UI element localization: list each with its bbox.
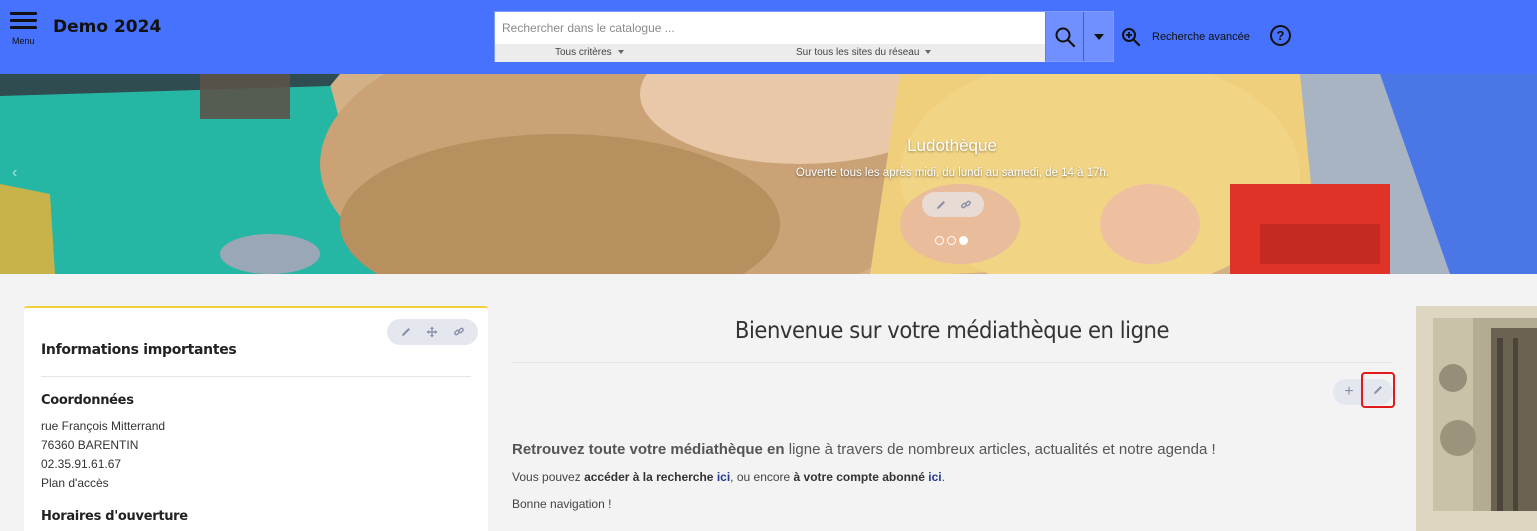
menu-label: Menu: [12, 36, 35, 46]
right-panel-image: [1433, 318, 1537, 511]
caret-down-icon: [1093, 33, 1104, 40]
menu-button[interactable]: Menu: [10, 12, 40, 48]
panel-title: Informations importantes: [41, 342, 237, 358]
criteria-label: Tous critères: [555, 47, 612, 58]
criteria-select[interactable]: Tous critères: [555, 47, 624, 58]
p1-text-c: , ou encore: [730, 470, 794, 484]
p1-text-e: .: [941, 470, 945, 484]
address-line2: 76360 BARENTIN: [41, 438, 139, 452]
search-dropdown-button[interactable]: [1083, 12, 1113, 61]
link-icon[interactable]: [453, 326, 465, 338]
scope-select[interactable]: Sur tous les sites du réseau: [796, 47, 932, 58]
panel-edit-tools: [387, 319, 478, 345]
hours-heading: Horaires d'ouverture: [41, 509, 188, 524]
search-button[interactable]: [1045, 12, 1083, 61]
advanced-search-link[interactable]: Recherche avancée: [1121, 25, 1250, 49]
intro-rest: ligne à travers de nombreux articles, ac…: [784, 441, 1216, 458]
search-options: Tous critères Sur tous les sites du rése…: [495, 44, 1045, 62]
address-line1: rue François Mitterrand: [41, 419, 166, 433]
pencil-icon: [1374, 386, 1382, 394]
carousel-dot-3[interactable]: [959, 236, 968, 245]
caret-down-icon: [925, 50, 932, 55]
intro-paragraph: Vous pouvez accéder à la recherche ici, …: [512, 470, 945, 484]
phone-number: 02.35.91.61.67: [41, 457, 122, 471]
intro-bold: Retrouvez toute votre médiathèque en: [512, 441, 785, 458]
carousel-dots: [935, 236, 968, 245]
add-button[interactable]: +: [1339, 380, 1359, 404]
contact-heading: Coordonnées: [41, 393, 134, 408]
zoom-in-icon: [1122, 28, 1141, 47]
p1-bold-search: accéder à la recherche: [584, 470, 714, 484]
carousel-dot-1[interactable]: [935, 236, 944, 245]
scope-label: Sur tous les sites du réseau: [796, 47, 920, 58]
carousel-prev-icon[interactable]: ‹: [12, 164, 17, 182]
page-title: Bienvenue sur votre médiathèque en ligne: [734, 318, 1170, 344]
p1-bold-account: à votre compte abonné: [793, 470, 925, 484]
top-header: Menu Demo 2024 Tous critères Sur tous le…: [0, 0, 1537, 74]
search-here-link[interactable]: ici: [717, 470, 730, 484]
caret-down-icon: [617, 50, 624, 55]
account-here-link[interactable]: ici: [928, 470, 941, 484]
advanced-search-label: Recherche avancée: [1152, 31, 1250, 43]
slide-subtitle: Ouverte tous les après midi, du lundi au…: [795, 167, 1110, 179]
search-icon: [1055, 27, 1075, 47]
search-bar: Tous critères Sur tous les sites du rése…: [494, 11, 1114, 62]
carousel-dot-2[interactable]: [947, 236, 956, 245]
hamburger-icon-bar: [10, 19, 37, 22]
pencil-icon[interactable]: [935, 199, 947, 211]
site-title[interactable]: Demo 2024: [53, 17, 161, 37]
info-panel: Informations importantes Coordonnées rue…: [24, 306, 488, 531]
move-icon[interactable]: [426, 326, 438, 338]
edit-content-button[interactable]: [1361, 372, 1395, 408]
slide-title: Ludothèque: [907, 136, 997, 155]
map-link[interactable]: Plan d'accès: [41, 476, 109, 490]
hamburger-icon-bar: [10, 26, 37, 29]
closing-text: Bonne navigation !: [512, 497, 612, 511]
p1-text-a: Vous pouvez: [512, 470, 585, 484]
divider: [41, 376, 471, 377]
search-input[interactable]: [495, 12, 1045, 44]
photo-placeholder: [1433, 318, 1537, 511]
pencil-icon[interactable]: [400, 326, 412, 338]
link-icon[interactable]: [960, 199, 972, 211]
banner-carousel: ‹ Ludothèque Ouverte tous les après midi…: [0, 74, 1537, 274]
slide-edit-tools: [922, 192, 984, 217]
hamburger-icon: [10, 12, 37, 15]
intro-text: Retrouvez toute votre médiathèque en lig…: [512, 441, 1216, 458]
help-button[interactable]: ?: [1270, 25, 1291, 46]
divider: [512, 362, 1392, 363]
